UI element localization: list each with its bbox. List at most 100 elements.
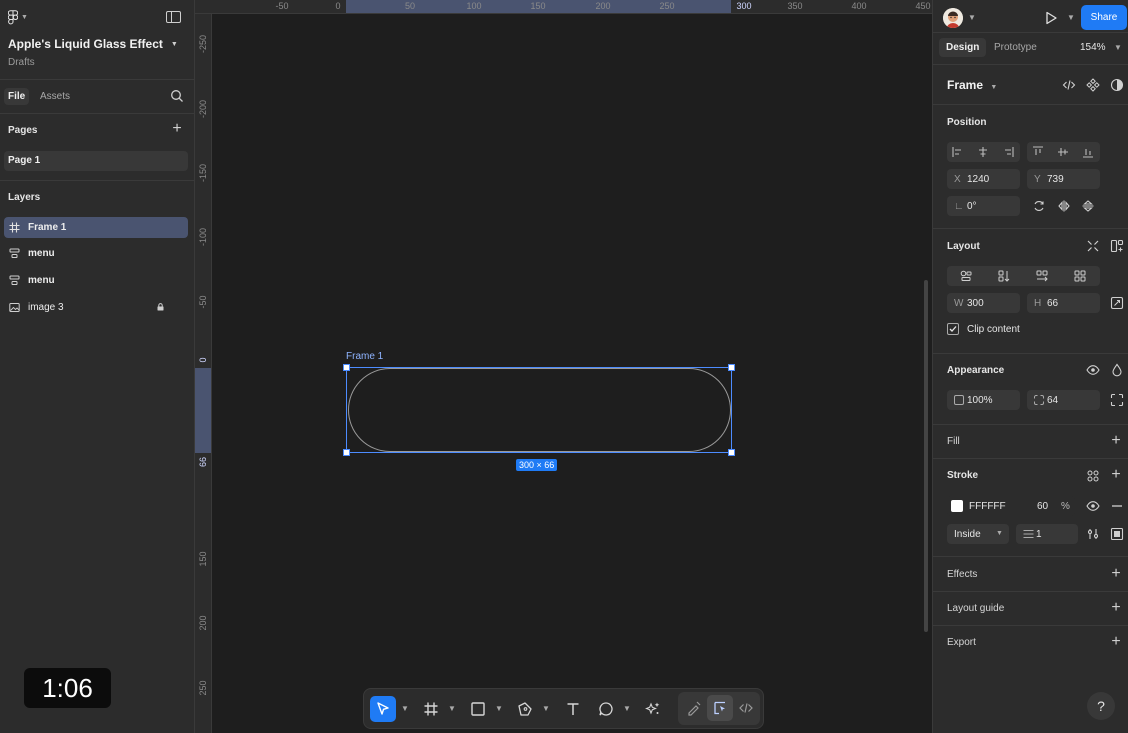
- flip-vertical-icon[interactable]: [1081, 199, 1095, 213]
- video-timestamp: 1:06: [24, 668, 111, 708]
- resize-handle-top-right[interactable]: [728, 364, 735, 371]
- tab-file[interactable]: File: [4, 88, 30, 105]
- remove-stroke-minus-icon[interactable]: [1110, 499, 1124, 513]
- stroke-color-field[interactable]: FFFFFF 60 %: [947, 496, 1075, 516]
- layout-grid-icon[interactable]: [1110, 239, 1124, 253]
- add-effect-plus-icon[interactable]: +: [1110, 566, 1122, 582]
- user-avatar[interactable]: [943, 8, 963, 28]
- resize-to-fit-icon[interactable]: [1110, 296, 1124, 310]
- add-stroke-plus-icon[interactable]: +: [1110, 467, 1122, 483]
- ruler-tick: -200: [198, 99, 208, 119]
- stroke-settings-icon[interactable]: [1086, 527, 1100, 541]
- add-page-plus-icon[interactable]: +: [170, 121, 184, 137]
- draw-mode-button[interactable]: [681, 695, 707, 721]
- stroke-position-select[interactable]: Inside ▼: [947, 524, 1009, 544]
- align-center-horizontal-icon[interactable]: [976, 145, 990, 159]
- align-left-icon[interactable]: [951, 145, 965, 159]
- layer-row-menu[interactable]: menu: [4, 270, 188, 291]
- add-export-plus-icon[interactable]: +: [1110, 634, 1122, 650]
- y-position-field[interactable]: Y 739: [1027, 169, 1100, 189]
- eye-icon[interactable]: [1086, 363, 1100, 377]
- freeform-layout-icon[interactable]: [959, 269, 973, 283]
- vertical-scrollbar[interactable]: [924, 280, 928, 632]
- tab-assets[interactable]: Assets: [40, 91, 70, 102]
- mask-icon[interactable]: [1110, 78, 1124, 92]
- clip-content-checkbox[interactable]: [947, 323, 959, 335]
- rotate-icon[interactable]: [1032, 199, 1046, 213]
- present-play-icon[interactable]: [1043, 10, 1059, 26]
- rotation-field[interactable]: ∟ 0°: [947, 196, 1020, 216]
- pen-tool-button[interactable]: [512, 696, 538, 722]
- corner-radius-field[interactable]: 64: [1027, 390, 1100, 410]
- color-swatch[interactable]: [951, 500, 963, 512]
- search-icon[interactable]: [170, 89, 184, 103]
- resize-handle-bottom-left[interactable]: [343, 449, 350, 456]
- independent-corners-icon[interactable]: [1110, 393, 1124, 407]
- align-bottom-icon[interactable]: [1081, 145, 1095, 159]
- height-field[interactable]: H 66: [1027, 293, 1100, 313]
- flip-horizontal-icon[interactable]: [1057, 199, 1071, 213]
- stroke-weight-field[interactable]: 1: [1016, 524, 1078, 544]
- text-tool-button[interactable]: [560, 696, 586, 722]
- move-tool-button[interactable]: [370, 696, 396, 722]
- dev-mode-button[interactable]: [733, 695, 759, 721]
- glass-pill-shape[interactable]: [348, 368, 731, 452]
- actions-tool-button[interactable]: [640, 696, 666, 722]
- lock-icon[interactable]: [157, 303, 164, 311]
- component-icon[interactable]: [1086, 78, 1100, 92]
- frame-tool-button[interactable]: [418, 696, 444, 722]
- page-name: Page 1: [8, 155, 41, 166]
- grid-layout-icon[interactable]: [1073, 269, 1087, 283]
- align-top-icon[interactable]: [1031, 145, 1045, 159]
- chevron-down-icon[interactable]: ▼: [542, 705, 550, 713]
- sidebar-toggle-icon[interactable]: [166, 11, 181, 23]
- blend-mode-drop-icon[interactable]: [1110, 363, 1124, 377]
- vertical-layout-icon[interactable]: [997, 269, 1011, 283]
- comment-tool-button[interactable]: [593, 696, 619, 722]
- shape-tool-button[interactable]: [465, 696, 491, 722]
- zoom-level[interactable]: 154%: [1080, 42, 1106, 53]
- horizontal-layout-icon[interactable]: [1035, 269, 1049, 283]
- chevron-down-icon[interactable]: ▼: [1114, 43, 1122, 52]
- page-item-page-1[interactable]: Page 1: [4, 151, 188, 171]
- chevron-down-icon[interactable]: ▼: [1067, 13, 1075, 22]
- file-title[interactable]: Apple's Liquid Glass Effect ▼: [8, 37, 178, 51]
- individual-strokes-icon[interactable]: [1110, 527, 1124, 541]
- share-button[interactable]: Share: [1081, 5, 1127, 30]
- layer-row-image-3[interactable]: image 3: [4, 297, 188, 318]
- chevron-down-icon[interactable]: ▼: [623, 705, 631, 713]
- stroke-color-hex[interactable]: FFFFFF: [969, 501, 1006, 512]
- add-layout-guide-plus-icon[interactable]: +: [1110, 600, 1122, 616]
- rotation-value: 0°: [967, 201, 977, 212]
- chevron-down-icon[interactable]: ▼: [968, 13, 976, 22]
- code-icon[interactable]: [1062, 78, 1076, 92]
- tab-design[interactable]: Design: [939, 38, 987, 57]
- opacity-field[interactable]: 100%: [947, 390, 1020, 410]
- file-location[interactable]: Drafts: [8, 57, 35, 68]
- stroke-opacity-value[interactable]: 60: [1037, 501, 1048, 512]
- align-center-vertical-icon[interactable]: [1056, 145, 1070, 159]
- chevron-down-icon[interactable]: ▼: [495, 705, 503, 713]
- design-mode-button[interactable]: [707, 695, 733, 721]
- selection-type-dropdown[interactable]: Frame ▼: [947, 78, 997, 92]
- resize-handle-bottom-right[interactable]: [728, 449, 735, 456]
- x-position-field[interactable]: X 1240: [947, 169, 1020, 189]
- chevron-down-icon[interactable]: ▼: [401, 705, 409, 713]
- add-fill-plus-icon[interactable]: +: [1110, 433, 1122, 449]
- chevron-down-icon[interactable]: ▼: [448, 705, 456, 713]
- canvas[interactable]: Frame 1 300 × 66: [212, 14, 932, 733]
- tab-prototype[interactable]: Prototype: [994, 42, 1037, 53]
- collapse-icon[interactable]: [1086, 239, 1100, 253]
- eye-icon[interactable]: [1086, 499, 1100, 513]
- style-grid-icon[interactable]: [1086, 469, 1100, 483]
- main-menu-button[interactable]: ▼: [8, 9, 34, 25]
- width-field[interactable]: W 300: [947, 293, 1020, 313]
- selected-frame[interactable]: [343, 364, 735, 456]
- layer-row-menu[interactable]: menu: [4, 243, 188, 264]
- align-right-icon[interactable]: [1001, 145, 1015, 159]
- clip-content-label: Clip content: [967, 324, 1020, 335]
- layer-row-frame-1[interactable]: Frame 1: [4, 217, 188, 238]
- help-button[interactable]: ?: [1087, 692, 1115, 720]
- frame-name-label[interactable]: Frame 1: [346, 351, 383, 362]
- resize-handle-top-left[interactable]: [343, 364, 350, 371]
